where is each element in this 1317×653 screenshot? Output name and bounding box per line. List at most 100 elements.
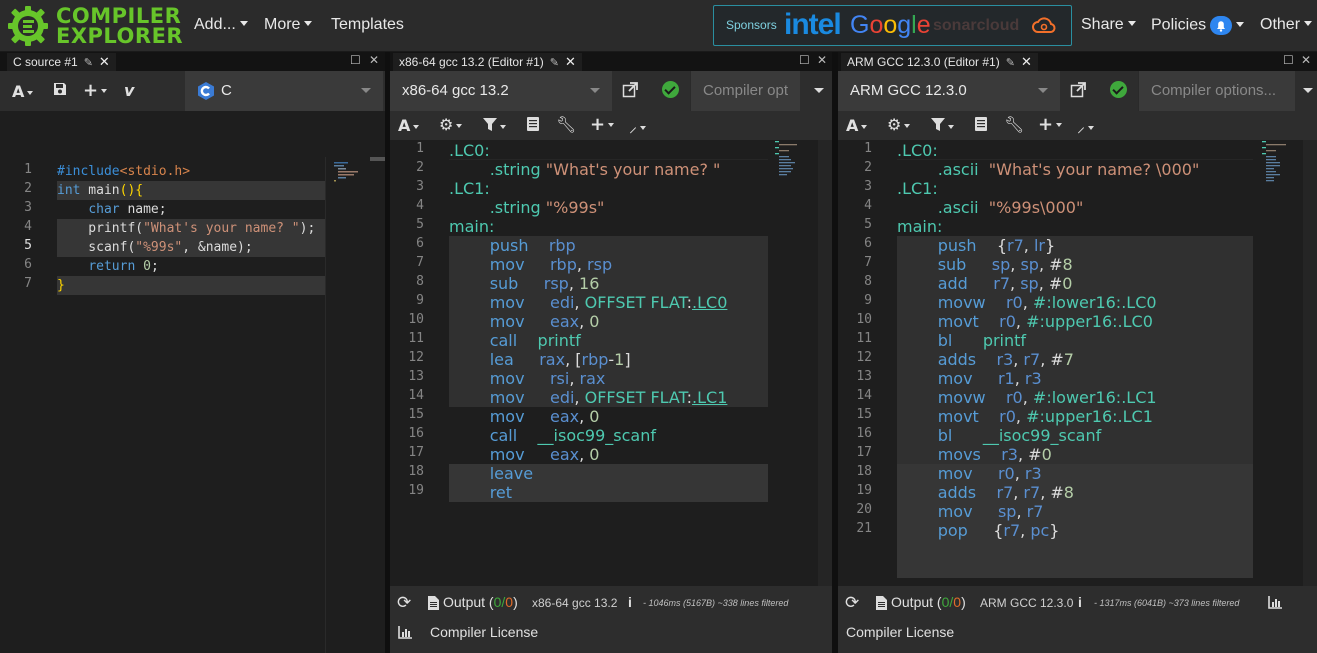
line-number: 3 xyxy=(24,200,32,215)
arm-tabbar: ARM GCC 12.3.0 (Editor #1) ✎ ✕ ☐ ✕ xyxy=(838,52,1317,71)
sonarcloud-logo[interactable]: sonarcloud xyxy=(933,17,1019,35)
output-doc-icon[interactable] xyxy=(428,595,439,614)
minimap[interactable] xyxy=(775,141,815,181)
chevron-down-icon xyxy=(239,21,248,27)
minimap[interactable] xyxy=(334,162,374,182)
sponsors-box[interactable]: Sponsors intel Google sonarcloud xyxy=(713,5,1072,46)
filter-icon[interactable] xyxy=(483,116,506,135)
arm-output-toolbar: A ⚙ 🔧︎ + ⸝ xyxy=(838,111,1317,140)
intel-logo[interactable]: intel xyxy=(784,8,842,42)
sonarcloud-icon xyxy=(1032,17,1056,33)
popout-icon[interactable] xyxy=(1070,82,1086,102)
language-select[interactable]: C xyxy=(185,71,383,111)
output-doc-icon[interactable] xyxy=(876,595,887,614)
x86-compiler-options-input[interactable]: Compiler opt xyxy=(690,71,800,111)
pencil-icon[interactable]: ✎ xyxy=(84,57,93,69)
save-icon[interactable] xyxy=(53,81,67,100)
add-menu[interactable]: Add... xyxy=(194,16,248,34)
language-value: C xyxy=(221,82,232,99)
info-icon[interactable]: i xyxy=(628,594,632,610)
arm-compiler-options-input[interactable]: Compiler options... xyxy=(1138,71,1295,111)
filter-icon[interactable] xyxy=(931,116,954,135)
font-size-icon[interactable]: A xyxy=(398,116,420,135)
book-icon[interactable] xyxy=(527,116,539,135)
compiler-name-label: ARM GCC 12.3.0 xyxy=(980,596,1074,610)
maximize-icon[interactable]: ☐ xyxy=(1283,53,1294,67)
c-language-icon xyxy=(198,82,214,100)
google-logo[interactable]: Google xyxy=(850,11,931,40)
compiler-name-label: x86-64 gcc 13.2 xyxy=(532,596,618,610)
chevron-down-icon[interactable] xyxy=(814,88,824,93)
arm-compiler-toolbar: ARM GCC 12.3.0 Compiler options... xyxy=(838,71,1317,111)
add-tool-icon[interactable]: + xyxy=(590,114,615,135)
bell-icon xyxy=(1210,16,1233,35)
license-chart-icon[interactable] xyxy=(398,624,412,643)
close-icon[interactable]: ✕ xyxy=(565,54,576,69)
chevron-down-icon xyxy=(1304,21,1313,27)
source-tab[interactable]: C source #1 ✎ ✕ xyxy=(7,53,116,71)
vertical-scrollbar[interactable] xyxy=(818,140,832,586)
settings-gear-icon[interactable]: ⚙ xyxy=(887,115,911,134)
templates-label: Templates xyxy=(331,16,404,33)
wrench-icon[interactable]: 🔧︎ xyxy=(1004,115,1024,134)
chevron-down-icon[interactable] xyxy=(1303,88,1313,93)
book-icon[interactable] xyxy=(975,116,987,135)
brush-icon[interactable]: ⸝ xyxy=(629,115,647,137)
wrench-icon[interactable]: 🔧︎ xyxy=(556,115,576,134)
compiler-explorer-logo[interactable]: COMPILER EXPLORER xyxy=(6,3,183,49)
brush-icon[interactable]: ⸝ xyxy=(1077,115,1095,137)
add-tool-icon[interactable]: + xyxy=(1038,114,1063,135)
source-tab-title: C source #1 xyxy=(13,55,78,69)
x86-asm-output[interactable]: 1 2 3 4 5 6 7 8 9 10 11 12 13 14 15 16 1… xyxy=(390,140,832,586)
arm-compiler-select[interactable]: ARM GCC 12.3.0 xyxy=(838,71,1060,111)
compile-success-icon xyxy=(662,81,679,98)
close-pane-icon[interactable]: ✕ xyxy=(817,53,827,67)
compiler-license-link[interactable]: Compiler License xyxy=(846,624,954,640)
chevron-down-icon xyxy=(1236,22,1245,27)
source-tabbar: C source #1 ✎ ✕ ☐ ✕ xyxy=(0,52,385,71)
policies-menu[interactable]: Policies xyxy=(1151,16,1245,35)
pencil-icon[interactable]: ✎ xyxy=(550,57,559,69)
output-button[interactable]: Output (0/0) xyxy=(443,594,518,610)
source-editor-pane: C source #1 ✎ ✕ ☐ ✕ A + v C 1 2 3 4 5 6 7 … xyxy=(0,52,385,653)
line-number: 2 xyxy=(24,181,32,196)
other-menu[interactable]: Other xyxy=(1260,16,1313,34)
add-icon[interactable]: + xyxy=(83,80,108,101)
compiler-license-link[interactable]: Compiler License xyxy=(430,624,538,640)
source-line-3: char name; xyxy=(88,202,167,217)
arm-tab[interactable]: ARM GCC 12.3.0 (Editor #1) ✎ ✕ xyxy=(841,53,1038,71)
close-icon[interactable]: ✕ xyxy=(99,54,110,69)
info-icon[interactable]: i xyxy=(1078,594,1082,610)
source-code-area[interactable]: 1 2 3 4 5 6 7 #include<stdio.h> int main… xyxy=(0,111,385,653)
close-pane-icon[interactable]: ✕ xyxy=(369,53,379,67)
minimap[interactable] xyxy=(1262,141,1302,185)
refresh-icon[interactable]: ⟳ xyxy=(397,593,411,613)
settings-gear-icon[interactable]: ⚙ xyxy=(439,115,463,134)
vertical-scrollbar[interactable] xyxy=(1303,140,1317,586)
font-size-icon[interactable]: A xyxy=(12,82,34,101)
pencil-icon[interactable]: ✎ xyxy=(1006,57,1015,69)
templates-link[interactable]: Templates xyxy=(331,16,404,34)
popout-icon[interactable] xyxy=(622,82,638,102)
license-chart-icon[interactable] xyxy=(1268,594,1282,613)
close-icon[interactable]: ✕ xyxy=(1021,54,1032,69)
chevron-down-icon xyxy=(361,88,371,93)
vertical-scrollbar[interactable] xyxy=(370,157,385,161)
x86-compiler-pane: x86-64 gcc 13.2 (Editor #1) ✎ ✕ ☐ ✕ x86-64… xyxy=(390,52,832,653)
share-menu[interactable]: Share xyxy=(1081,16,1136,34)
x86-tab[interactable]: x86-64 gcc 13.2 (Editor #1) ✎ ✕ xyxy=(393,53,582,71)
vim-icon[interactable]: v xyxy=(124,81,134,100)
sponsors-label: Sponsors xyxy=(726,18,777,32)
compile-stats: - 1317ms (6041B) ~373 lines filtered xyxy=(1094,598,1240,608)
x86-compiler-select[interactable]: x86-64 gcc 13.2 xyxy=(390,71,612,111)
close-pane-icon[interactable]: ✕ xyxy=(1301,53,1311,67)
more-menu[interactable]: More xyxy=(264,16,313,34)
maximize-icon[interactable]: ☐ xyxy=(350,53,361,67)
source-line-6: return 0; xyxy=(88,259,159,274)
output-button[interactable]: Output (0/0) xyxy=(891,594,966,610)
maximize-icon[interactable]: ☐ xyxy=(799,53,810,67)
refresh-icon[interactable]: ⟳ xyxy=(845,593,859,613)
line-number: 6 xyxy=(24,257,32,272)
arm-asm-output[interactable]: 1 2 3 4 5 6 7 8 9 10 11 12 13 14 15 16 1… xyxy=(838,140,1317,586)
font-size-icon[interactable]: A xyxy=(846,116,868,135)
